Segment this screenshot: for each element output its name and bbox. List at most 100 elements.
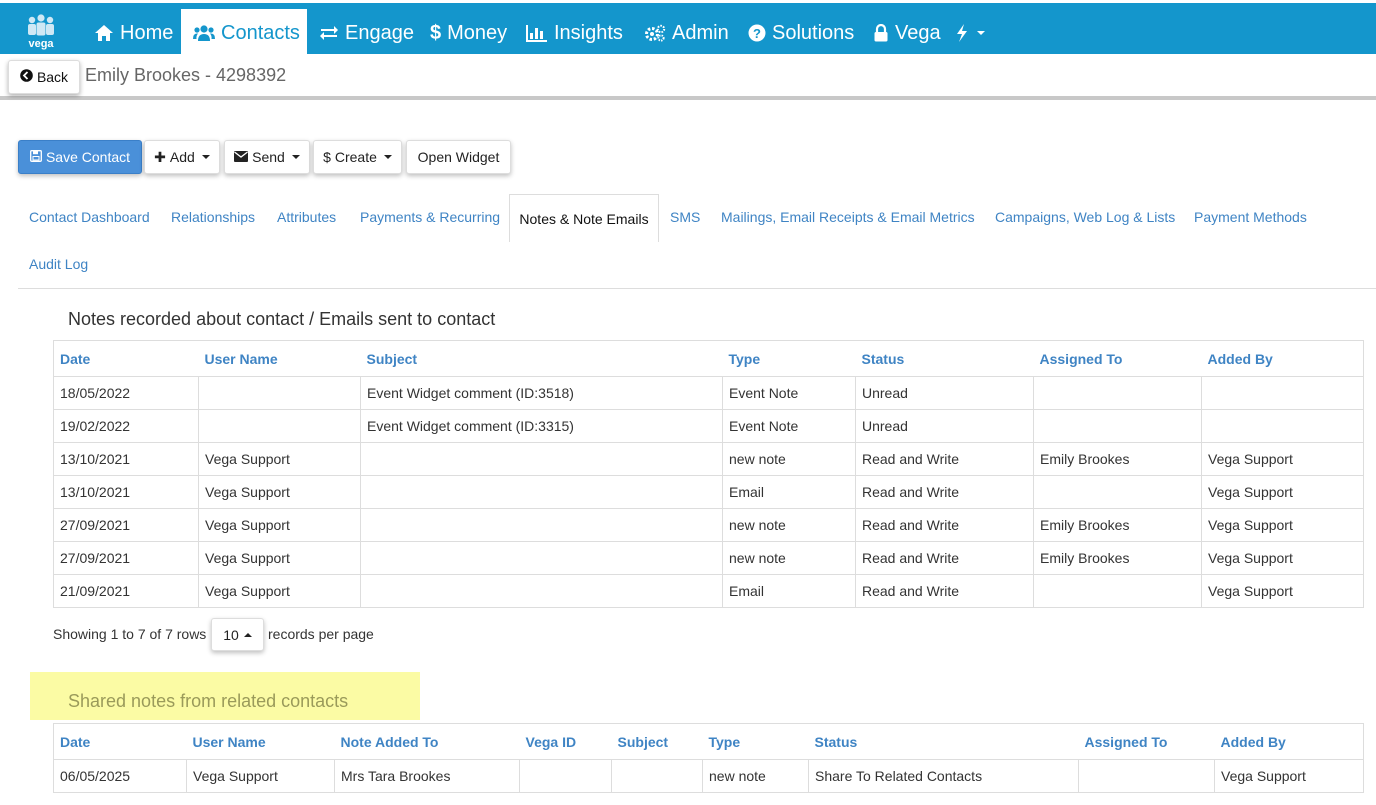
users-icon — [193, 24, 215, 42]
column-header-type[interactable]: Type — [722, 340, 856, 377]
add-label: Add — [169, 149, 195, 165]
table-row[interactable]: 18/05/2022 Event Widget comment (ID:3518)… — [53, 376, 1364, 410]
column-header-note-added-to[interactable]: Note Added To — [334, 723, 520, 760]
nav-vega[interactable]: Vega — [861, 9, 953, 57]
column-header-assigned-to[interactable]: Assigned To — [1078, 723, 1215, 760]
column-header-date[interactable]: Date — [53, 340, 199, 377]
nav-admin[interactable]: Admin — [632, 9, 741, 57]
add-dropdown-button[interactable]: ✚ Add — [144, 140, 220, 174]
chevron-down-icon — [977, 31, 985, 35]
tab-audit-log[interactable]: Audit Log — [29, 256, 88, 272]
table-row[interactable]: 27/09/2021 Vega Support new note Read and W… — [53, 541, 1364, 575]
question-circle-icon: ? — [748, 24, 766, 42]
nav-engage[interactable]: Engage — [307, 9, 426, 57]
nav-money[interactable]: $ Money — [418, 9, 519, 57]
tab-campaigns[interactable]: Campaigns, Web Log & Lists — [995, 209, 1175, 225]
dollar-icon: $ — [430, 21, 442, 44]
table-header-row: Date User Name Note Added To Vega ID Sub… — [53, 723, 1364, 760]
column-header-status[interactable]: Status — [855, 340, 1034, 377]
tab-payment-methods[interactable]: Payment Methods — [1194, 209, 1307, 225]
column-header-subject[interactable]: Subject — [360, 340, 723, 377]
back-button[interactable]: Back — [8, 60, 80, 94]
cell-added-by: Vega Support — [1201, 442, 1364, 476]
cell-subject — [611, 759, 703, 793]
contact-title: Emily Brookes - 4298392 — [85, 65, 287, 85]
cell-subject — [360, 508, 723, 542]
column-header-date[interactable]: Date — [53, 723, 187, 760]
cell-date: 27/09/2021 — [53, 541, 199, 575]
open-widget-button[interactable]: Open Widget — [406, 140, 511, 174]
cell-assigned-to: Emily Brookes — [1033, 541, 1202, 575]
home-icon — [94, 24, 114, 42]
cell-date: 27/09/2021 — [53, 508, 199, 542]
column-header-user-name[interactable]: User Name — [186, 723, 335, 760]
cell-status: Share To Related Contacts — [808, 759, 1079, 793]
table-row[interactable]: 21/09/2021 Vega Support Email Read and Writ… — [53, 574, 1364, 608]
tab-relationships[interactable]: Relationships — [171, 209, 255, 225]
cell-user-name — [198, 409, 361, 443]
create-dropdown-button[interactable]: $ Create — [313, 140, 402, 174]
nav-contacts[interactable]: Contacts — [181, 9, 307, 57]
dollar-icon: $ — [323, 149, 331, 165]
cell-note-added-to: Mrs Tara Brookes — [334, 759, 520, 793]
send-dropdown-button[interactable]: Send — [224, 140, 310, 174]
nav-label: Engage — [345, 21, 414, 44]
cell-type: new note — [722, 508, 856, 542]
arrow-circle-left-icon — [20, 69, 33, 85]
cell-assigned-to — [1033, 475, 1202, 509]
nav-label: Contacts — [221, 21, 300, 44]
tab-contact-dashboard[interactable]: Contact Dashboard — [29, 209, 150, 225]
column-header-added-by[interactable]: Added By — [1214, 723, 1364, 760]
cell-assigned-to: Emily Brookes — [1033, 442, 1202, 476]
svg-text:?: ? — [753, 26, 761, 41]
save-contact-label: Save Contact — [45, 149, 131, 165]
page-size-dropdown[interactable]: 10 — [211, 618, 264, 651]
cell-assigned-to — [1033, 409, 1202, 443]
nav-solutions[interactable]: ? Solutions — [736, 9, 866, 57]
column-header-assigned-to[interactable]: Assigned To — [1033, 340, 1202, 377]
column-header-status[interactable]: Status — [808, 723, 1079, 760]
cell-added-by: Vega Support — [1201, 508, 1364, 542]
tab-notes-note-emails[interactable]: Notes & Note Emails — [509, 194, 659, 242]
envelope-icon — [234, 149, 249, 165]
table-row[interactable]: 06/05/2025 Vega Support Mrs Tara Brookes ne… — [53, 759, 1364, 793]
nav-label: Admin — [672, 21, 729, 44]
svg-text:vega: vega — [28, 38, 54, 50]
tab-mailings[interactable]: Mailings, Email Receipts & Email Metrics — [721, 209, 975, 225]
cell-type: new note — [702, 759, 809, 793]
cell-date: 21/09/2021 — [53, 574, 199, 608]
nav-quick-actions[interactable] — [944, 9, 997, 57]
save-contact-button[interactable]: Save Contact — [18, 140, 142, 174]
table-row[interactable]: 19/02/2022 Event Widget comment (ID:3315)… — [53, 409, 1364, 443]
table-row[interactable]: 13/10/2021 Vega Support Email Read and Writ… — [53, 475, 1364, 509]
nav-insights[interactable]: Insights — [514, 9, 635, 57]
cell-type: new note — [722, 541, 856, 575]
cell-status: Read and Write — [855, 508, 1034, 542]
column-header-added-by[interactable]: Added By — [1201, 340, 1364, 377]
nav-home[interactable]: Home — [82, 9, 185, 57]
tabs-divider — [18, 288, 1376, 289]
table-row[interactable]: 13/10/2021 Vega Support new note Read and W… — [53, 442, 1364, 476]
cell-subject — [360, 541, 723, 575]
nav-label: Home — [120, 21, 174, 44]
tab-sms[interactable]: SMS — [670, 209, 700, 225]
cell-status: Read and Write — [855, 442, 1034, 476]
plus-icon: ✚ — [154, 148, 166, 165]
cell-added-by — [1201, 376, 1364, 410]
cell-date: 19/02/2022 — [53, 409, 199, 443]
vega-logo[interactable]: vega — [22, 13, 60, 51]
column-header-subject[interactable]: Subject — [611, 723, 703, 760]
column-header-user-name[interactable]: User Name — [198, 340, 361, 377]
floppy-disk-icon — [30, 149, 42, 165]
column-header-type[interactable]: Type — [702, 723, 809, 760]
tab-attributes[interactable]: Attributes — [277, 209, 336, 225]
column-header-vega-id[interactable]: Vega ID — [519, 723, 612, 760]
table-row[interactable]: 27/09/2021 Vega Support new note Read and W… — [53, 508, 1364, 542]
cell-type: new note — [722, 442, 856, 476]
tab-payments-recurring[interactable]: Payments & Recurring — [360, 209, 500, 225]
cell-date: 13/10/2021 — [53, 475, 199, 509]
cell-subject — [360, 574, 723, 608]
cell-subject — [360, 475, 723, 509]
nav-label: Solutions — [772, 21, 855, 44]
cell-vega-id — [519, 759, 612, 793]
